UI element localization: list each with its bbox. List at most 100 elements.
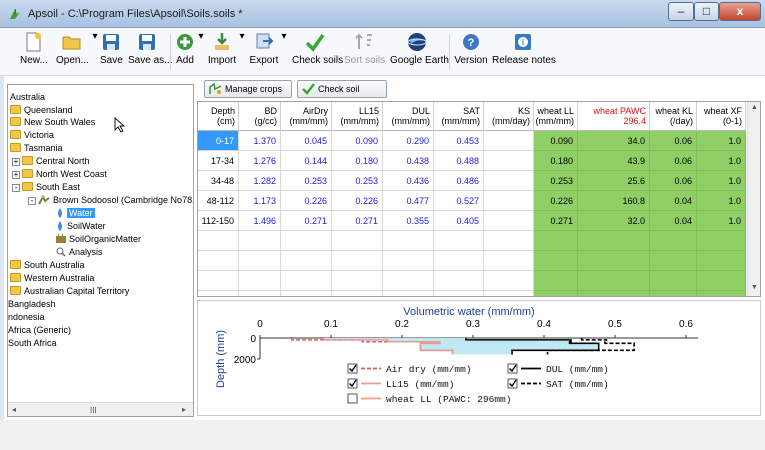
tree-node-queensland[interactable]: Queensland: [10, 104, 73, 116]
grid-cell-bd[interactable]: [239, 231, 281, 251]
grid-cell-airdry[interactable]: 0.271: [281, 211, 332, 231]
tree-node-new-south-wales[interactable]: New South Wales: [10, 116, 95, 128]
column-header-bd[interactable]: BD (g/cc): [239, 102, 281, 131]
grid-cell-wheat-kl[interactable]: [650, 231, 697, 251]
tree-node-victoria[interactable]: Victoria: [10, 129, 54, 141]
grid-cell-sat[interactable]: [434, 271, 484, 291]
column-header-wheat-kl[interactable]: wheat KL (/day): [650, 102, 697, 131]
tree-node-south-africa[interactable]: South Africa: [8, 337, 57, 349]
grid-cell-airdry[interactable]: [281, 231, 332, 251]
grid-cell-wheat-pawc[interactable]: 160.8: [578, 191, 650, 211]
grid-cell-ll15[interactable]: [332, 291, 383, 296]
column-header-wheat-ll[interactable]: wheat LL (mm/mm): [534, 102, 578, 131]
grid-cell-wheat-kl[interactable]: [650, 291, 697, 296]
grid-cell-depth[interactable]: 34-48: [198, 171, 239, 191]
manage-crops-button[interactable]: Manage crops: [204, 80, 292, 98]
tree-horizontal-scrollbar[interactable]: ◂ III ▸: [8, 402, 193, 416]
tree-node-south-australia[interactable]: South Australia: [10, 259, 85, 271]
grid-cell-bd[interactable]: 1.173: [239, 191, 281, 211]
grid-cell-wheat-ll[interactable]: 0.226: [534, 191, 578, 211]
new-button[interactable]: New...: [20, 31, 48, 73]
release-notes-button[interactable]: i Release notes: [492, 31, 556, 73]
grid-cell-sat[interactable]: [434, 251, 484, 271]
sort-soils-button[interactable]: Sort soils: [344, 31, 385, 73]
tree-node-africa-generic[interactable]: Africa (Generic): [8, 324, 71, 336]
grid-cell-wheat-pawc[interactable]: 43.9: [578, 151, 650, 171]
tree-node-soilwater[interactable]: SoilWater: [56, 220, 106, 232]
grid-cell-ll15[interactable]: [332, 231, 383, 251]
grid-cell-bd[interactable]: [239, 251, 281, 271]
grid-cell-airdry[interactable]: 0.226: [281, 191, 332, 211]
collapse-icon[interactable]: -: [12, 184, 20, 192]
grid-cell-sat[interactable]: 0.527: [434, 191, 484, 211]
version-button[interactable]: ? Version: [453, 31, 489, 73]
grid-cell-bd[interactable]: [239, 291, 281, 296]
tree-node-central-north[interactable]: + Central North: [12, 155, 90, 167]
soil-tree[interactable]: Australia Queensland New South Wales Vic…: [7, 84, 194, 417]
grid-cell-ks[interactable]: [484, 211, 534, 231]
soil-water-grid[interactable]: ▲ ▼ Depth (cm) BD (g/cc) AirDry (mm/mm) LL15 (m…: [197, 101, 761, 297]
grid-cell-dul[interactable]: 0.438: [383, 151, 434, 171]
check-soils-button[interactable]: Check soils: [292, 31, 343, 73]
grid-cell-wheat-kl[interactable]: 0.04: [650, 211, 697, 231]
column-header-dul[interactable]: DUL (mm/mm): [383, 102, 434, 131]
close-button[interactable]: x: [719, 2, 761, 21]
grid-cell-bd[interactable]: 1.370: [239, 131, 281, 151]
grid-cell-wheat-pawc[interactable]: 34.0: [578, 131, 650, 151]
add-button[interactable]: Add: [174, 31, 196, 73]
grid-cell-dul[interactable]: 0.477: [383, 191, 434, 211]
maximize-button[interactable]: □: [694, 2, 719, 21]
grid-cell-ks[interactable]: [484, 191, 534, 211]
save-as-button[interactable]: Save as...: [128, 31, 172, 73]
grid-cell-wheat-kl[interactable]: 0.06: [650, 131, 697, 151]
grid-cell-wheat-pawc[interactable]: [578, 251, 650, 271]
grid-cell-wheat-ll[interactable]: [534, 291, 578, 296]
tree-node-water[interactable]: Water: [56, 207, 95, 219]
grid-cell-wheat-pawc[interactable]: [578, 231, 650, 251]
grid-cell-depth[interactable]: 17-34: [198, 151, 239, 171]
grid-cell-wheat-ll[interactable]: [534, 251, 578, 271]
grid-cell-depth[interactable]: 0-17: [198, 131, 239, 151]
tree-node-bangladesh[interactable]: Bangladesh: [8, 298, 56, 310]
grid-cell-depth[interactable]: [198, 231, 239, 251]
grid-cell-wheat-pawc[interactable]: 25.6: [578, 171, 650, 191]
column-header-ll15[interactable]: LL15 (mm/mm): [332, 102, 383, 131]
tree-node-australia[interactable]: Australia: [10, 91, 45, 103]
grid-cell-ks[interactable]: [484, 271, 534, 291]
grid-cell-dul[interactable]: 0.290: [383, 131, 434, 151]
tree-node-act[interactable]: Australian Capital Territory: [10, 285, 129, 297]
grid-cell-wheat-kl[interactable]: 0.06: [650, 171, 697, 191]
grid-cell-wheat-ll[interactable]: [534, 271, 578, 291]
add-dropdown-icon[interactable]: ▾: [197, 31, 205, 73]
minimize-button[interactable]: –: [668, 2, 694, 21]
grid-cell-bd[interactable]: 1.496: [239, 211, 281, 231]
tree-node-brown-sodoosol[interactable]: - Brown Sodoosol (Cambridge No781): [28, 194, 193, 206]
grid-cell-bd[interactable]: 1.282: [239, 171, 281, 191]
check-soil-button[interactable]: Check soil: [297, 80, 387, 98]
grid-cell-wheat-xf[interactable]: [697, 291, 746, 296]
column-header-depth[interactable]: Depth (cm): [198, 102, 239, 131]
grid-cell-wheat-xf[interactable]: [697, 231, 746, 251]
tree-node-analysis[interactable]: Analysis: [56, 246, 103, 258]
grid-cell-airdry[interactable]: [281, 271, 332, 291]
grid-cell-dul[interactable]: 0.355: [383, 211, 434, 231]
grid-cell-wheat-pawc[interactable]: 32.0: [578, 211, 650, 231]
tree-node-south-east[interactable]: - South East: [12, 181, 80, 193]
grid-cell-wheat-kl[interactable]: 0.06: [650, 151, 697, 171]
grid-cell-depth[interactable]: 48-112: [198, 191, 239, 211]
column-header-sat[interactable]: SAT (mm/mm): [434, 102, 484, 131]
grid-cell-ks[interactable]: [484, 171, 534, 191]
grid-cell-depth[interactable]: [198, 291, 239, 296]
grid-cell-wheat-xf[interactable]: [697, 251, 746, 271]
import-button[interactable]: Import: [206, 31, 238, 73]
grid-cell-airdry[interactable]: 0.253: [281, 171, 332, 191]
grid-cell-ll15[interactable]: [332, 271, 383, 291]
grid-cell-sat[interactable]: 0.488: [434, 151, 484, 171]
grid-cell-wheat-xf[interactable]: 1.0: [697, 211, 746, 231]
grid-cell-sat[interactable]: 0.405: [434, 211, 484, 231]
grid-cell-sat[interactable]: 0.453: [434, 131, 484, 151]
grid-cell-dul[interactable]: [383, 271, 434, 291]
grid-cell-depth[interactable]: [198, 251, 239, 271]
grid-vertical-scrollbar[interactable]: ▲ ▼: [747, 102, 760, 296]
grid-cell-airdry[interactable]: [281, 251, 332, 271]
